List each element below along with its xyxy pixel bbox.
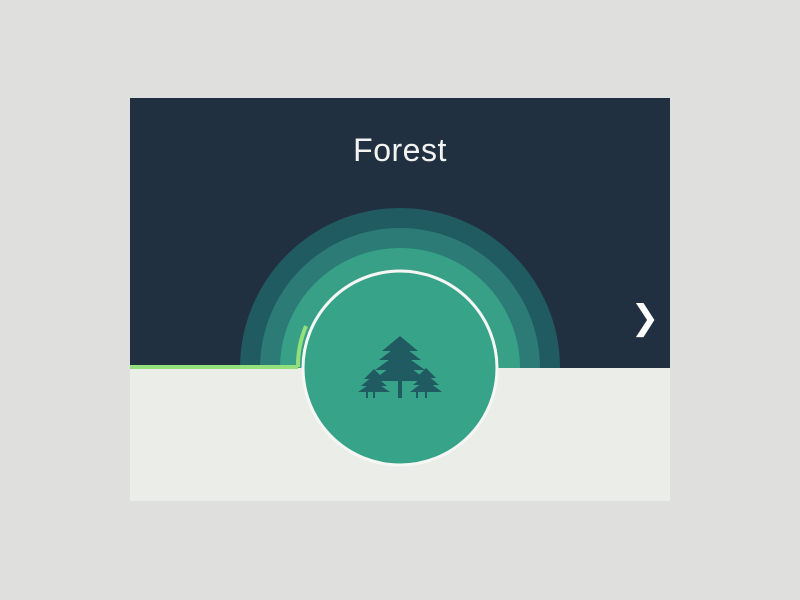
chevron-right-icon[interactable]: ❯ — [630, 298, 660, 338]
category-card: Forest ❯ — [130, 98, 670, 501]
forest-scene — [130, 208, 560, 467]
